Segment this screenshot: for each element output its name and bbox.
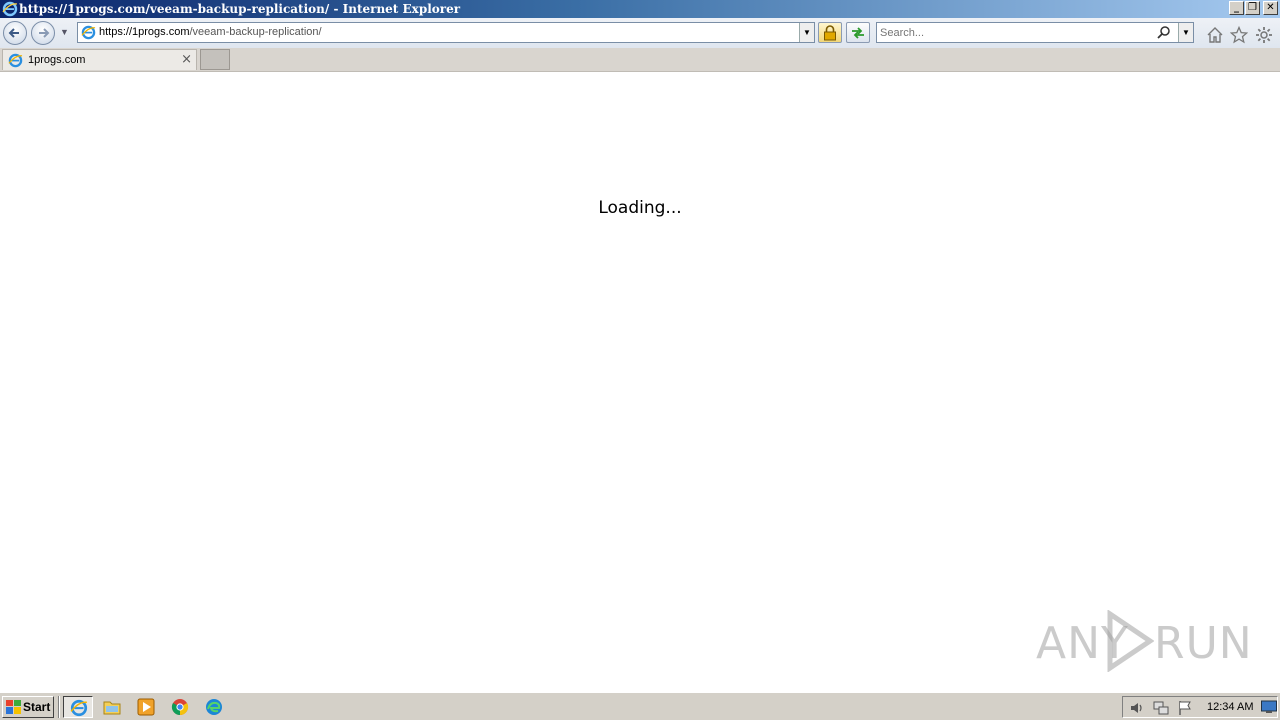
ie-page-icon <box>81 25 96 45</box>
tab-bar: 1progs.com × <box>0 48 1280 72</box>
security-lock-button[interactable] <box>818 22 842 43</box>
edge-icon <box>206 699 222 715</box>
taskbar-explorer-button[interactable] <box>97 696 127 718</box>
windows-flag-icon <box>6 700 21 719</box>
address-dropdown-icon[interactable]: ▼ <box>799 23 814 42</box>
ie-logo-icon <box>2 1 18 17</box>
taskbar-ie-button[interactable] <box>63 696 93 718</box>
anyrun-watermark: ANY RUN <box>1036 610 1252 672</box>
url-path: /veeam-backup-replication/ <box>189 26 322 38</box>
history-dropdown-icon[interactable]: ▼ <box>60 27 69 37</box>
action-center-flag-icon[interactable] <box>1177 700 1193 716</box>
play-triangle-icon <box>1107 610 1154 672</box>
search-dropdown-icon[interactable]: ▼ <box>1178 23 1193 42</box>
volume-icon[interactable] <box>1129 700 1145 716</box>
start-label: Start <box>23 700 51 714</box>
start-button[interactable]: Start <box>2 696 54 718</box>
network-icon[interactable] <box>1153 700 1169 716</box>
home-icon[interactable] <box>1206 26 1224 44</box>
back-button[interactable] <box>3 21 27 45</box>
tab-1progs[interactable]: 1progs.com × <box>2 49 197 70</box>
taskbar-edge-button[interactable] <box>199 696 229 718</box>
address-bar[interactable]: https://1progs.com/veeam-backup-replicat… <box>77 22 815 43</box>
minimize-button[interactable]: _ <box>1229 1 1244 15</box>
refresh-button[interactable] <box>846 22 870 43</box>
navigation-bar: ▼ https://1progs.com/veeam-backup-replic… <box>0 18 1280 48</box>
tab-close-icon[interactable]: × <box>181 52 192 67</box>
forward-button[interactable] <box>31 21 55 45</box>
taskbar-chrome-button[interactable] <box>165 696 195 718</box>
taskbar-separator <box>58 696 60 718</box>
ie-tab-icon <box>8 53 23 73</box>
restore-button[interactable]: ❐ <box>1245 1 1260 15</box>
lock-icon <box>824 25 836 41</box>
close-button[interactable]: ✕ <box>1263 1 1278 15</box>
media-player-icon <box>137 698 155 716</box>
url-host: https://1progs.com <box>99 26 190 38</box>
search-input[interactable] <box>880 25 1150 40</box>
watermark-right-text: RUN <box>1154 618 1253 669</box>
taskbar: Start 12:34 AM <box>0 692 1280 720</box>
refresh-icon <box>852 27 864 39</box>
back-arrow-icon <box>8 28 19 38</box>
page-content: Loading... ANY RUN <box>0 72 1280 692</box>
search-icon[interactable] <box>1157 25 1171 44</box>
system-tray: 12:34 AM <box>1122 696 1278 718</box>
chrome-icon <box>171 699 189 716</box>
taskbar-clock[interactable]: 12:34 AM <box>1207 701 1253 713</box>
url-text: https://1progs.com/veeam-backup-replicat… <box>99 26 322 38</box>
forward-arrow-icon <box>39 28 50 38</box>
new-tab-button[interactable] <box>200 49 230 70</box>
ie-icon <box>70 699 88 717</box>
taskbar-media-player-button[interactable] <box>131 696 161 718</box>
title-bar: https://1progs.com/veeam-backup-replicat… <box>0 0 1280 18</box>
favorites-star-icon[interactable] <box>1229 25 1249 44</box>
window-title: https://1progs.com/veeam-backup-replicat… <box>19 2 461 16</box>
loading-text: Loading... <box>598 198 682 218</box>
settings-gear-icon[interactable] <box>1255 26 1273 44</box>
show-desktop-icon[interactable] <box>1261 700 1277 714</box>
tab-label: 1progs.com <box>28 54 86 66</box>
folder-icon <box>103 701 121 715</box>
search-box[interactable]: ▼ <box>876 22 1194 43</box>
